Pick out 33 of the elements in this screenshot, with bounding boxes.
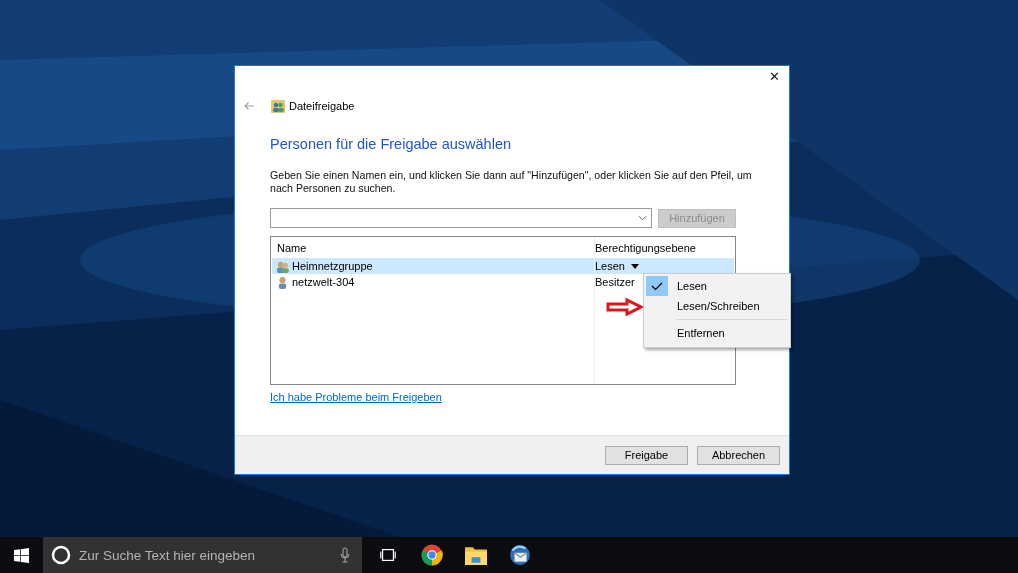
dialog-heading: Personen für die Freigabe auswählen [270, 136, 512, 154]
task-view-icon[interactable] [379, 547, 397, 563]
column-header[interactable]: Name [271, 241, 589, 254]
users-icon [276, 259, 289, 273]
windows-logo-icon[interactable] [14, 547, 29, 563]
back-arrow-icon[interactable] [243, 101, 255, 111]
name-cell: netzwelt-304 [292, 276, 355, 288]
dialog-button[interactable]: Freigabe [605, 445, 688, 465]
mail-bird-icon[interactable] [509, 544, 531, 566]
chrome-icon[interactable] [421, 544, 443, 566]
name-cell: Heimnetzgruppe [292, 260, 373, 272]
dialog-button[interactable]: Abbrechen [697, 445, 780, 465]
taskbar-search-field[interactable]: Zur Suche Text hier eingeben [43, 537, 362, 573]
menu-item[interactable]: Lesen/Schreiben [644, 296, 790, 316]
table-row[interactable]: Heimnetzgruppe Lesen [272, 258, 734, 274]
chevron-icon[interactable] [638, 215, 647, 221]
microphone-icon[interactable] [340, 547, 350, 563]
circle-icon[interactable] [51, 545, 71, 565]
name-combo-field[interactable] [270, 208, 652, 228]
help-link[interactable]: Ich habe Probleme beim Freigeben [270, 391, 442, 403]
close-button[interactable]: ✕ [760, 66, 789, 90]
search-placeholder: Zur Suche Text hier eingeben [79, 547, 257, 563]
user-icon [276, 275, 289, 289]
permission-cell: Besitzer [595, 276, 635, 288]
shared-users-icon [271, 99, 285, 113]
permission-cell[interactable]: Lesen [595, 260, 625, 272]
instruction-text: Geben Sie einen Namen ein, und klicken Sie dann auf "Hinzufügen", oder klicken Sie auf den Pfeil, um nach Personen zu suchen. [270, 169, 753, 195]
column-header[interactable]: Berechtigungsebene [589, 241, 735, 254]
pointer-arrow-icon [606, 298, 643, 316]
menu-item[interactable]: Lesen [644, 276, 790, 296]
dropdown-arrow-icon[interactable] [631, 263, 639, 269]
window-title: Dateifreigabe [289, 100, 355, 112]
folder-icon[interactable] [465, 544, 487, 566]
